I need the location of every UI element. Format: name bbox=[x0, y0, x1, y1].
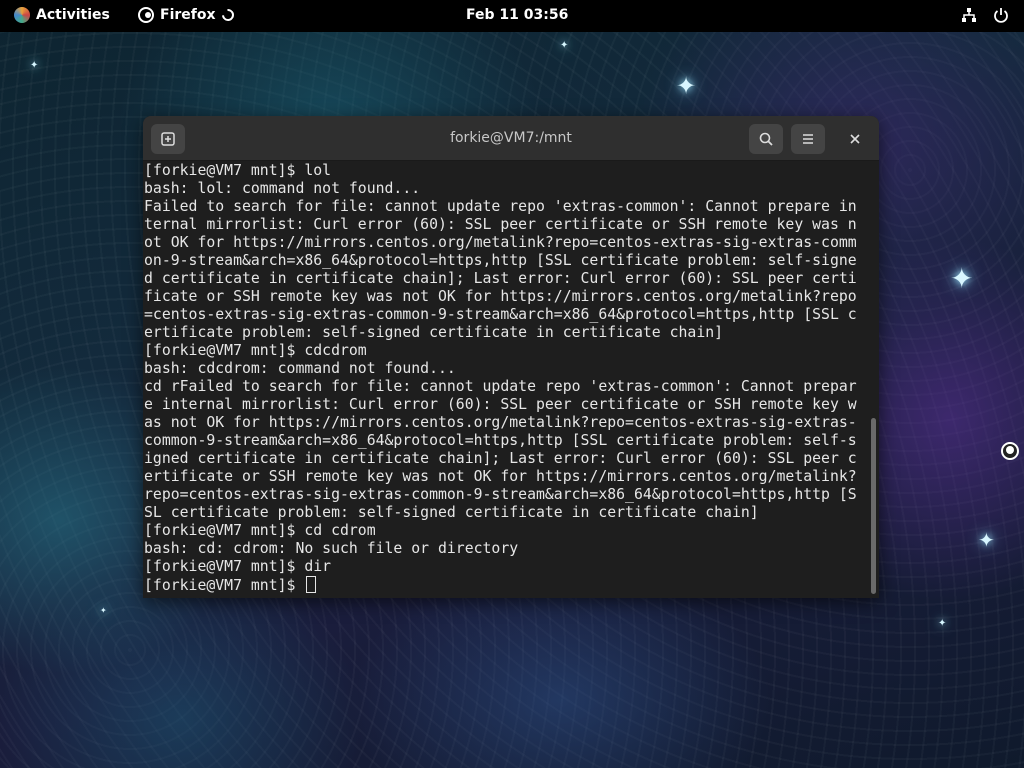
terminal-line: common-9-stream&arch=x86_64&protocol=htt… bbox=[144, 432, 857, 449]
star-decoration: ✦ bbox=[978, 528, 995, 552]
terminal-line: igned certificate in certificate chain];… bbox=[144, 450, 857, 467]
prompt-text: [forkie@VM7 mnt]$ bbox=[144, 577, 305, 594]
terminal-line: Failed to search for file: cannot update… bbox=[144, 198, 857, 215]
terminal-line: ertificate or SSH remote key was not OK … bbox=[144, 468, 857, 485]
network-icon[interactable] bbox=[960, 6, 978, 24]
clock-button[interactable]: Feb 11 03:56 bbox=[466, 7, 568, 23]
app-name: Firefox bbox=[160, 7, 216, 23]
terminal-window[interactable]: forkie@VM7:/mnt [forkie@VM7 mnt]$ lol ba… bbox=[143, 116, 879, 598]
prompt-line[interactable]: [forkie@VM7 mnt]$ bbox=[144, 576, 869, 594]
terminal-line: SL certificate problem: self-signed cert… bbox=[144, 504, 759, 521]
title-bar[interactable]: forkie@VM7:/mnt bbox=[143, 116, 879, 161]
terminal-line: [forkie@VM7 mnt]$ dir bbox=[144, 558, 332, 575]
search-button[interactable] bbox=[749, 124, 783, 154]
terminal-line: ertificate problem: self-signed certific… bbox=[144, 324, 724, 341]
terminal-line: ficate or SSH remote key was not OK for … bbox=[144, 288, 857, 305]
star-decoration: ✦ bbox=[100, 606, 107, 615]
activities-button[interactable]: Activities bbox=[14, 7, 110, 23]
terminal-line: cd rFailed to search for file: cannot up… bbox=[144, 378, 857, 395]
hamburger-icon bbox=[803, 134, 813, 144]
terminal-line: [forkie@VM7 mnt]$ cdcdrom bbox=[144, 342, 367, 359]
loading-spinner-icon bbox=[219, 6, 236, 24]
star-decoration: ✦ bbox=[560, 40, 569, 51]
star-decoration: ✦ bbox=[30, 60, 39, 71]
search-icon bbox=[759, 132, 773, 146]
terminal-output[interactable]: [forkie@VM7 mnt]$ lol bash: lol: command… bbox=[143, 162, 869, 598]
distro-logo-icon bbox=[14, 7, 30, 23]
terminal-line: ternal mirrorlist: Curl error (60): SSL … bbox=[144, 216, 857, 233]
star-decoration: ✦ bbox=[938, 618, 947, 629]
star-decoration: ✦ bbox=[676, 72, 697, 100]
close-icon bbox=[850, 134, 860, 144]
power-icon[interactable] bbox=[992, 6, 1010, 24]
terminal-line: [forkie@VM7 mnt]$ lol bbox=[144, 162, 332, 179]
terminal-line: repo=centos-extras-sig-extras-common-9-s… bbox=[144, 486, 857, 503]
terminal-line: [forkie@VM7 mnt]$ cd cdrom bbox=[144, 522, 376, 539]
text-cursor bbox=[306, 576, 317, 593]
close-button[interactable] bbox=[838, 124, 872, 154]
firefox-icon bbox=[138, 7, 154, 23]
terminal-line: bash: cd: cdrom: No such file or directo… bbox=[144, 540, 519, 557]
system-tray[interactable] bbox=[960, 6, 1010, 24]
terminal-line: as not OK for https://mirrors.centos.org… bbox=[144, 414, 857, 431]
terminal-line: on-9-stream&arch=x86_64&protocol=https,h… bbox=[144, 252, 857, 269]
app-menu-button[interactable]: Firefox bbox=[138, 6, 236, 24]
terminal-line: e internal mirrorlist: Curl error (60): … bbox=[144, 396, 857, 413]
terminal-line: =centos-extras-sig-extras-common-9-strea… bbox=[144, 306, 857, 323]
menu-button[interactable] bbox=[791, 124, 825, 154]
top-bar: Activities Firefox Feb 11 03:56 bbox=[0, 0, 1024, 32]
activities-label: Activities bbox=[36, 7, 110, 23]
scrollbar[interactable] bbox=[871, 418, 876, 594]
terminal-line: ot OK for https://mirrors.centos.org/met… bbox=[144, 234, 857, 251]
terminal-line: bash: cdcdrom: command not found... bbox=[144, 360, 456, 377]
night-light-icon[interactable] bbox=[1001, 442, 1019, 460]
terminal-line: bash: lol: command not found... bbox=[144, 180, 421, 197]
terminal-line: d certificate in certificate chain]; Las… bbox=[144, 270, 857, 287]
star-decoration: ✦ bbox=[950, 262, 974, 295]
